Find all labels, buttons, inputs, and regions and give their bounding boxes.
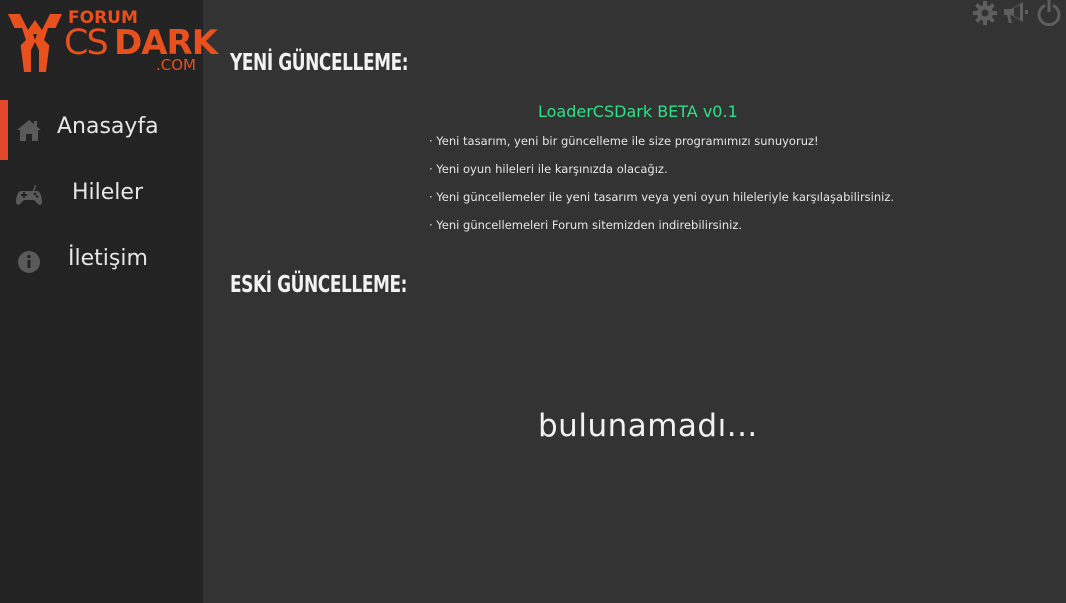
window-toolbar <box>966 0 1066 26</box>
sidebar-item-hileler[interactable]: Hileler <box>0 166 203 226</box>
sidebar: FORUM CS DARK .COM Anasayfa Hileler İlet… <box>0 0 218 603</box>
gear-icon[interactable] <box>972 0 998 26</box>
gamepad-icon <box>16 184 42 205</box>
new-update-heading: YENİ GÜNCELLEME: <box>230 50 409 76</box>
sidebar-item-iletisim[interactable]: İletişim <box>0 232 203 292</box>
logo-cs-text: CS <box>64 23 109 63</box>
home-icon <box>17 120 41 141</box>
megaphone-icon[interactable] <box>1003 0 1029 26</box>
old-update-heading: ESKİ GÜNCELLEME: <box>230 272 408 298</box>
update-note: · Yeni oyun hileleri ile karşınızda olac… <box>429 162 668 176</box>
power-icon[interactable] <box>1036 0 1062 26</box>
sidebar-item-anasayfa[interactable]: Anasayfa <box>0 100 203 160</box>
info-icon <box>18 251 40 273</box>
update-note: · Yeni güncellemeleri Forum sitemizden i… <box>429 218 743 232</box>
update-note: · Yeni güncellemeler ile yeni tasarım ve… <box>429 190 895 204</box>
sidebar-item-label: Anasayfa <box>57 114 159 139</box>
version-title: LoaderCSDark BETA v0.1 <box>538 102 738 121</box>
empty-state-text: bulunamadı... <box>538 408 758 444</box>
sidebar-item-label: Hileler <box>72 180 143 205</box>
forum-csdark-logo: FORUM CS DARK .COM <box>6 6 218 76</box>
loader-window: FORUM CS DARK .COM Anasayfa Hileler İlet… <box>0 0 1066 603</box>
sidebar-item-label: İletişim <box>68 246 148 271</box>
logo-com-text: .COM <box>156 56 196 74</box>
update-note: · Yeni tasarım, yeni bir güncelleme ile … <box>429 134 819 148</box>
csdark-logo-mark-icon <box>8 14 62 72</box>
